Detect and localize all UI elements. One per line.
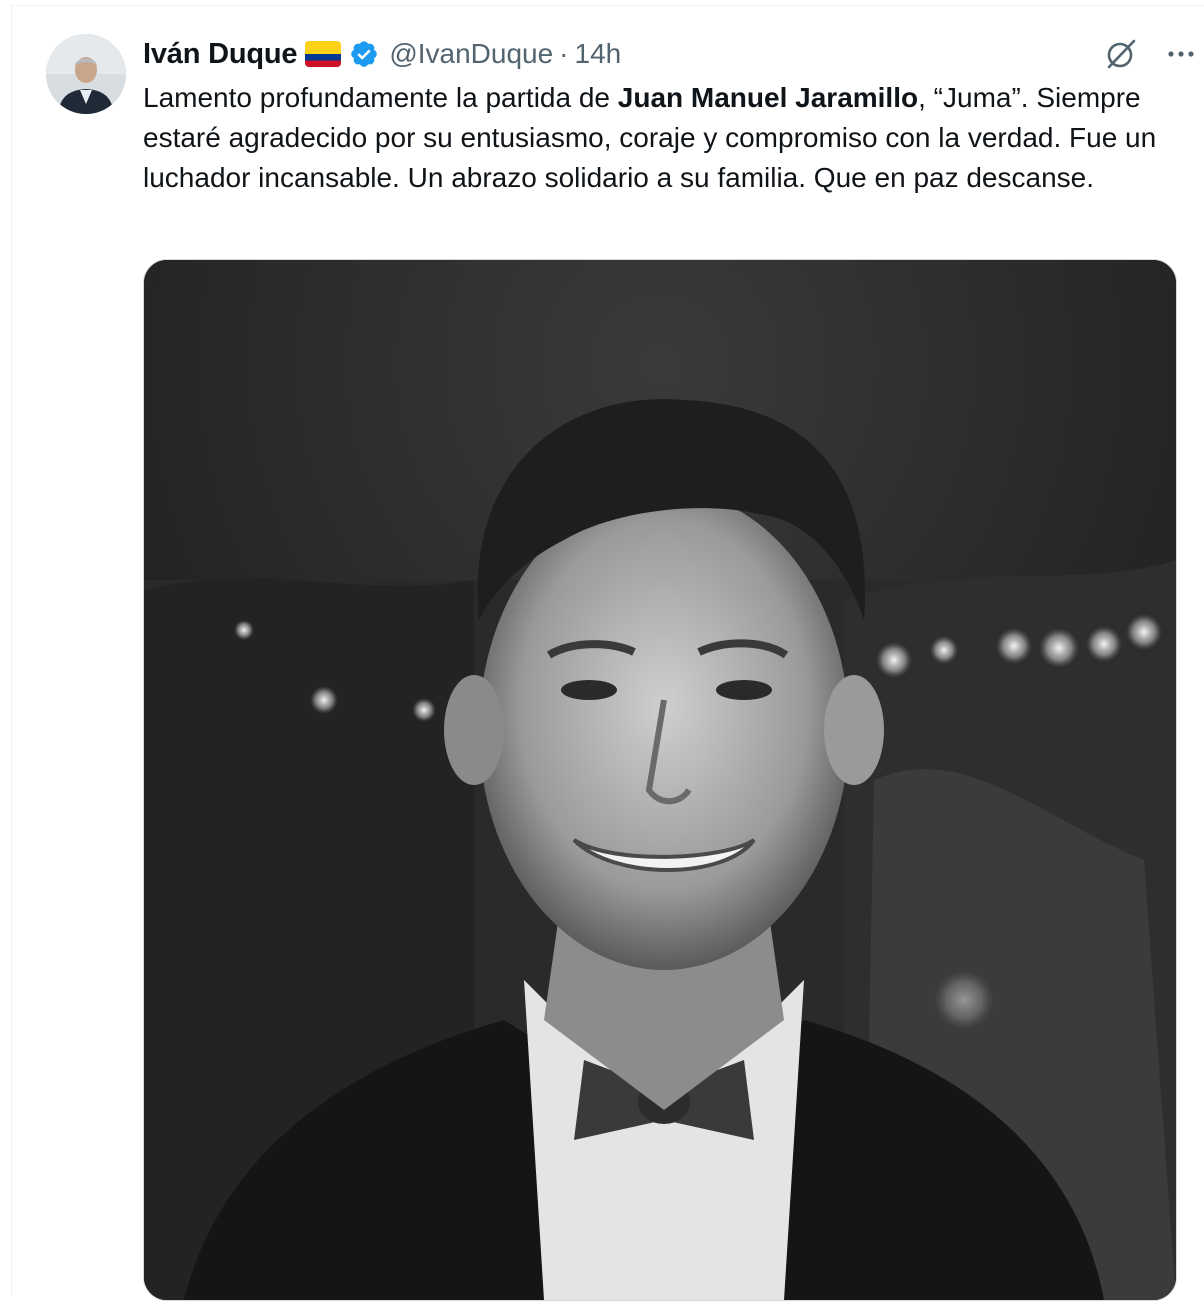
avatar-portrait: [46, 34, 126, 114]
separator-dot: ·: [559, 38, 569, 69]
grok-icon[interactable]: [1104, 37, 1138, 71]
portrait-photo: [144, 260, 1176, 1300]
tweet-text-intro: Lamento profundamente la partida de: [143, 82, 618, 113]
tweet-photo[interactable]: [143, 259, 1177, 1301]
verified-badge-icon[interactable]: [349, 39, 379, 69]
tweet-text: Lamento profundamente la partida de Juan…: [143, 78, 1183, 198]
tweet-actions: [1104, 34, 1198, 74]
author-handle[interactable]: @IvanDuque: [389, 38, 553, 70]
author-avatar[interactable]: [46, 34, 126, 114]
colombia-flag-icon: [305, 41, 342, 67]
more-icon[interactable]: [1164, 37, 1198, 71]
tweet-header: Iván Duque @IvanDuque · 14h: [143, 34, 621, 74]
tweet-timestamp[interactable]: 14h: [575, 38, 622, 70]
author-name[interactable]: Iván Duque: [143, 38, 298, 71]
tweet-mention-name: Juan Manuel Jaramillo: [617, 82, 919, 113]
tweet-card[interactable]: Iván Duque @IvanDuque · 14h Lamento prof…: [11, 5, 1204, 1301]
